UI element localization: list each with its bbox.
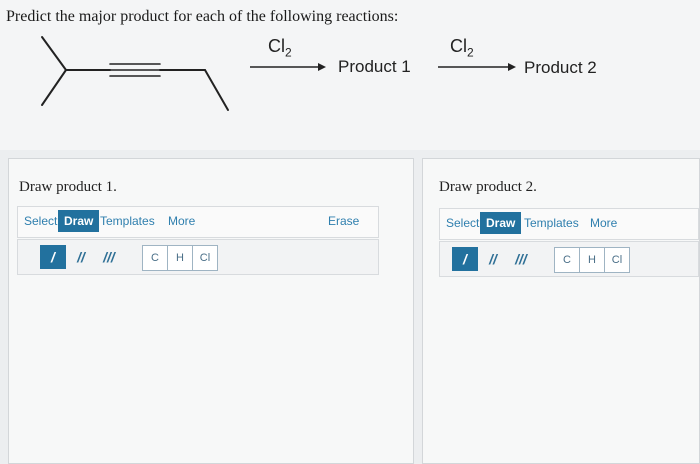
atom-cl-button[interactable]: Cl [193, 246, 217, 270]
atom-palette: C H Cl [142, 245, 218, 271]
product-2-label: Product 2 [524, 58, 597, 77]
single-bond-icon[interactable]: / [40, 245, 66, 269]
more-tab[interactable]: More [590, 216, 617, 230]
triple-bond-icon[interactable]: /// [508, 247, 534, 271]
panel-2-title: Draw product 2. [439, 179, 537, 195]
question-area: Predict the major product for each of th… [0, 0, 700, 150]
erase-button[interactable]: Erase [328, 214, 359, 228]
atom-cl-button[interactable]: Cl [605, 248, 629, 272]
panel-1-tools: / // /// C H Cl [17, 239, 379, 275]
atom-c-button[interactable]: C [555, 248, 579, 272]
panel-1-toolbar: Select Draw Templates More Erase [17, 206, 379, 238]
reaction-arrow-2 [438, 63, 516, 71]
templates-tab[interactable]: Templates [100, 214, 155, 228]
product-1-label: Product 1 [338, 57, 411, 76]
atom-h-button[interactable]: H [580, 248, 604, 272]
select-tab[interactable]: Select [446, 216, 479, 230]
panel-1-title: Draw product 1. [19, 179, 117, 195]
reaction-arrow-1 [250, 63, 326, 71]
draw-panel-1: Draw product 1. Select Draw Templates Mo… [8, 158, 414, 464]
draw-tab[interactable]: Draw [480, 212, 522, 234]
single-bond-icon[interactable]: / [452, 247, 478, 271]
more-tab[interactable]: More [168, 214, 195, 228]
double-bond-icon[interactable]: // [480, 247, 506, 271]
atom-palette: C H Cl [554, 247, 630, 273]
panel-2-toolbar: Select Draw Templates More [439, 208, 699, 240]
templates-tab[interactable]: Templates [524, 216, 579, 230]
panel-2-tools: / // /// C H Cl [439, 241, 699, 277]
atom-h-button[interactable]: H [168, 246, 192, 270]
select-tab[interactable]: Select [24, 214, 57, 228]
reagent-1: Cl2 [268, 36, 292, 60]
draw-panel-2: Draw product 2. Select Draw Templates Mo… [422, 158, 700, 464]
triple-bond-icon[interactable]: /// [96, 245, 122, 269]
reagent-2: Cl2 [450, 36, 474, 60]
double-bond-icon[interactable]: // [68, 245, 94, 269]
atom-c-button[interactable]: C [143, 246, 167, 270]
draw-tab[interactable]: Draw [58, 210, 100, 232]
